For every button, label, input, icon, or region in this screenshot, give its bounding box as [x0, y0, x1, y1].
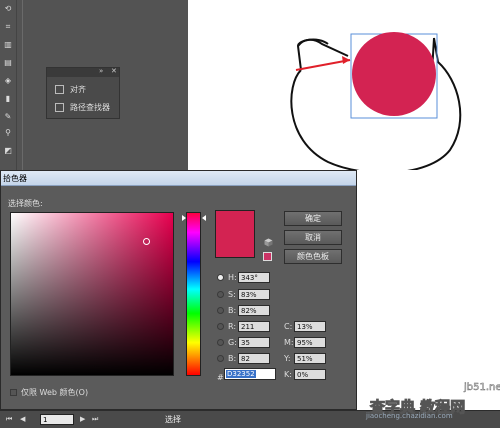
black-label: K: — [284, 369, 292, 379]
cyan-field[interactable]: 13% — [294, 320, 326, 332]
watermark: jb51.net 查字典 教程网 jiaocheng.chazidian.com — [356, 378, 500, 420]
yellow-label: Y: — [284, 353, 291, 363]
page-number: 1 — [43, 416, 48, 424]
green-label: G: — [228, 337, 237, 347]
next-page-icon[interactable]: ▶ — [80, 415, 85, 423]
status-text: 选择 — [165, 415, 181, 424]
magenta-field[interactable]: 95% — [294, 336, 326, 348]
blue-field[interactable]: 82 — [238, 352, 270, 364]
red-circle[interactable] — [352, 32, 436, 116]
websafe-warning-icon[interactable] — [264, 238, 273, 247]
hex-label: # — [217, 373, 224, 382]
websafe-only-option[interactable]: 仅限 Web 颜色(O) — [10, 387, 88, 398]
artwork — [290, 32, 462, 170]
new-color-swatch — [215, 210, 255, 258]
pointer-arrow — [295, 59, 351, 71]
saturation-brightness-field[interactable] — [10, 212, 174, 376]
divider — [22, 0, 23, 170]
last-page-icon[interactable]: ⏭ — [92, 415, 98, 424]
brightness-field[interactable]: 82% — [238, 304, 270, 316]
panel-item-label: 对齐 — [70, 84, 86, 94]
hue-slider-arrow-right[interactable] — [202, 215, 206, 221]
yellow-field[interactable]: 51% — [294, 352, 326, 364]
magenta-row: M: 95% — [284, 336, 326, 348]
websafe-checkbox[interactable] — [10, 389, 17, 396]
websafe-label: 仅限 Web 颜色(O) — [21, 388, 89, 397]
hue-row: H: 343° — [217, 271, 270, 283]
color-swatches-button[interactable]: 颜色色板 — [284, 249, 342, 264]
hex-field[interactable]: D32352 — [224, 368, 276, 380]
hue-slider[interactable] — [186, 212, 201, 376]
red-field[interactable]: 211 — [238, 320, 270, 332]
black-row: K: 0% — [284, 368, 326, 380]
close-icon[interactable]: ✕ — [111, 67, 117, 75]
choose-color-label: 选择颜色: — [8, 199, 43, 208]
hue-radio[interactable] — [217, 273, 224, 281]
align-pathfinder-panel: » ✕ 对齐 路径查找器 — [46, 67, 120, 119]
brightness-label: B: — [228, 305, 237, 315]
yellow-row: Y: 51% — [284, 352, 326, 364]
hue-label: H: — [228, 272, 237, 282]
page-number-field[interactable]: 1 — [40, 414, 74, 425]
websafe-color-swatch[interactable] — [263, 252, 272, 261]
toolbar: ⟲ ⌗ ▥ ▤ ◈ ▮ ✎ ⚲ ◩ — [0, 0, 17, 170]
blue-label: B: — [228, 353, 237, 363]
warp-tool-icon[interactable]: ⟲ — [2, 4, 14, 14]
ok-button[interactable]: 确定 — [284, 211, 342, 226]
fill-stroke-icon[interactable]: ◩ — [2, 146, 14, 156]
green-radio[interactable] — [217, 338, 224, 346]
column-graph-icon[interactable]: ▮ — [2, 94, 14, 104]
saturation-field[interactable]: 83% — [238, 288, 270, 300]
hex-value: D32352 — [226, 370, 256, 378]
first-page-icon[interactable]: ⏮ — [6, 415, 12, 424]
artboard[interactable] — [188, 0, 500, 170]
saturation-row: S: 83% — [217, 288, 270, 300]
collapse-icon[interactable]: » — [99, 67, 103, 75]
cyan-label: C: — [284, 321, 293, 331]
gradient-tool-icon[interactable]: ▤ — [2, 58, 14, 68]
graph-tool-icon[interactable]: ▥ — [2, 40, 14, 50]
panel-item-pathfinder[interactable]: 路径查找器 — [55, 100, 110, 114]
cancel-button[interactable]: 取消 — [284, 230, 342, 245]
blue-radio[interactable] — [217, 354, 224, 362]
blue-row: B: 82 — [217, 352, 270, 364]
color-cursor[interactable] — [143, 238, 150, 245]
green-row: G: 35 — [217, 336, 270, 348]
prev-page-icon[interactable]: ◀ — [20, 415, 25, 423]
green-field[interactable]: 35 — [238, 336, 270, 348]
panel-header[interactable]: » ✕ — [47, 67, 119, 77]
zoom-tool-icon[interactable]: ⚲ — [2, 128, 14, 138]
saturation-radio[interactable] — [217, 290, 224, 298]
red-label: R: — [228, 321, 237, 331]
scale-tool-icon[interactable]: ⌗ — [2, 22, 14, 32]
brightness-radio[interactable] — [217, 306, 224, 314]
panel-item-align[interactable]: 对齐 — [55, 82, 86, 96]
black-field[interactable]: 0% — [294, 368, 326, 380]
dialog-title[interactable]: 拾色器 — [1, 171, 356, 186]
pathfinder-icon — [55, 102, 64, 112]
watermark-site: jb51.net — [464, 382, 500, 394]
brightness-row: B: 82% — [217, 304, 270, 316]
workspace-panel: ⟲ ⌗ ▥ ▤ ◈ ▮ ✎ ⚲ ◩ » ✕ 对齐 路径查找器 — [0, 0, 188, 170]
panel-item-label: 路径查找器 — [70, 102, 110, 112]
watermark-url: jiaocheng.chazidian.com — [366, 412, 453, 420]
shape-builder-icon[interactable]: ◈ — [2, 76, 14, 86]
hue-field[interactable]: 343° — [238, 271, 270, 283]
red-row: R: 211 — [217, 320, 270, 332]
magenta-label: M: — [284, 337, 294, 347]
saturation-label: S: — [228, 289, 236, 299]
eyedropper-icon[interactable]: ✎ — [2, 112, 14, 122]
align-icon — [55, 84, 64, 94]
red-radio[interactable] — [217, 322, 224, 330]
cyan-row: C: 13% — [284, 320, 326, 332]
